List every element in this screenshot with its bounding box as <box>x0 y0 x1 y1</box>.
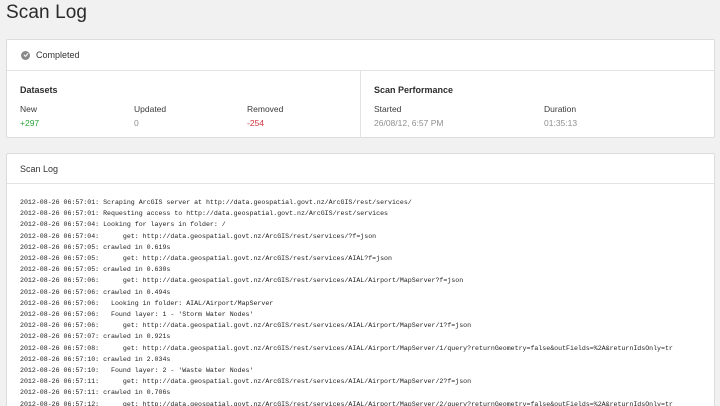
scan-log-heading: Scan Log <box>7 154 714 184</box>
page-title: Scan Log <box>6 2 88 23</box>
datasets-section: Datasets New +297 Updated 0 Removed -254 <box>7 71 361 138</box>
log-line: 2012-08-26 06:57:04: Looking for layers … <box>20 221 226 229</box>
stat-started-label: Started <box>374 104 402 114</box>
log-line: 2012-08-26 06:57:10: Found layer: 2 - 'W… <box>20 367 254 375</box>
stat-duration-label: Duration <box>544 104 577 114</box>
status-text: Completed <box>36 50 80 60</box>
log-line: 2012-08-26 06:57:08: get: http://data.ge… <box>20 344 673 352</box>
performance-section: Scan Performance Started 26/08/12, 6:57 … <box>361 71 714 138</box>
datasets-heading: Datasets <box>20 85 58 95</box>
log-line: 2012-08-26 06:57:07: crawled in 0.921s <box>20 333 171 341</box>
stat-updated-label: Updated <box>134 104 167 114</box>
log-line: 2012-08-26 06:57:01: Requesting access t… <box>20 210 388 218</box>
stat-new-value: +297 <box>20 118 40 128</box>
log-line: 2012-08-26 06:57:11: get: http://data.ge… <box>20 378 472 386</box>
scan-log-panel: Scan Log 2012-08-26 06:57:01: Scraping A… <box>6 153 715 406</box>
log-output[interactable]: 2012-08-26 06:57:01: Scraping ArcGIS ser… <box>7 184 714 406</box>
stat-updated-value: 0 <box>134 118 139 128</box>
scan-summary-panel: Completed Datasets New +297 Updated 0 Re… <box>6 39 715 138</box>
log-line: 2012-08-26 06:57:04: get: http://data.ge… <box>20 232 377 240</box>
stat-started-value: 26/08/12, 6:57 PM <box>374 118 444 128</box>
stat-updated: Updated 0 <box>134 104 166 128</box>
check-circle-icon <box>21 50 30 60</box>
log-line: 2012-08-26 06:57:12: get: http://data.ge… <box>20 400 673 406</box>
stat-started: Started 26/08/12, 6:57 PM <box>374 104 443 128</box>
stat-removed: Removed -254 <box>247 104 283 128</box>
log-line: 2012-08-26 06:57:06: get: http://data.ge… <box>20 277 464 285</box>
stat-duration-value: 01:35:13 <box>544 118 578 128</box>
log-line: 2012-08-26 06:57:06: Looking in folder: … <box>20 299 274 307</box>
stat-removed-label: Removed <box>247 104 284 114</box>
log-line: 2012-08-26 06:57:11: crawled in 0.706s <box>20 389 171 397</box>
stat-new-label: New <box>20 104 38 114</box>
stat-removed-value: -254 <box>247 118 265 128</box>
status-header: Completed <box>7 40 714 71</box>
log-line: 2012-08-26 06:57:06: Found layer: 1 - 'S… <box>20 311 254 319</box>
log-line: 2012-08-26 06:57:05: crawled in 0.619s <box>20 243 171 251</box>
stat-duration: Duration 01:35:13 <box>544 104 577 128</box>
log-line: 2012-08-26 06:57:05: get: http://data.ge… <box>20 255 392 263</box>
log-line: 2012-08-26 06:57:06: get: http://data.ge… <box>20 322 472 330</box>
log-line: 2012-08-26 06:57:06: crawled in 0.494s <box>20 288 171 296</box>
log-line: 2012-08-26 06:57:01: Scraping ArcGIS ser… <box>20 199 412 206</box>
performance-heading: Scan Performance <box>374 85 454 95</box>
log-line: 2012-08-26 06:57:10: crawled in 2.034s <box>20 355 171 363</box>
log-line: 2012-08-26 06:57:05: crawled in 0.630s <box>20 266 171 274</box>
stat-new: New +297 <box>20 104 39 128</box>
